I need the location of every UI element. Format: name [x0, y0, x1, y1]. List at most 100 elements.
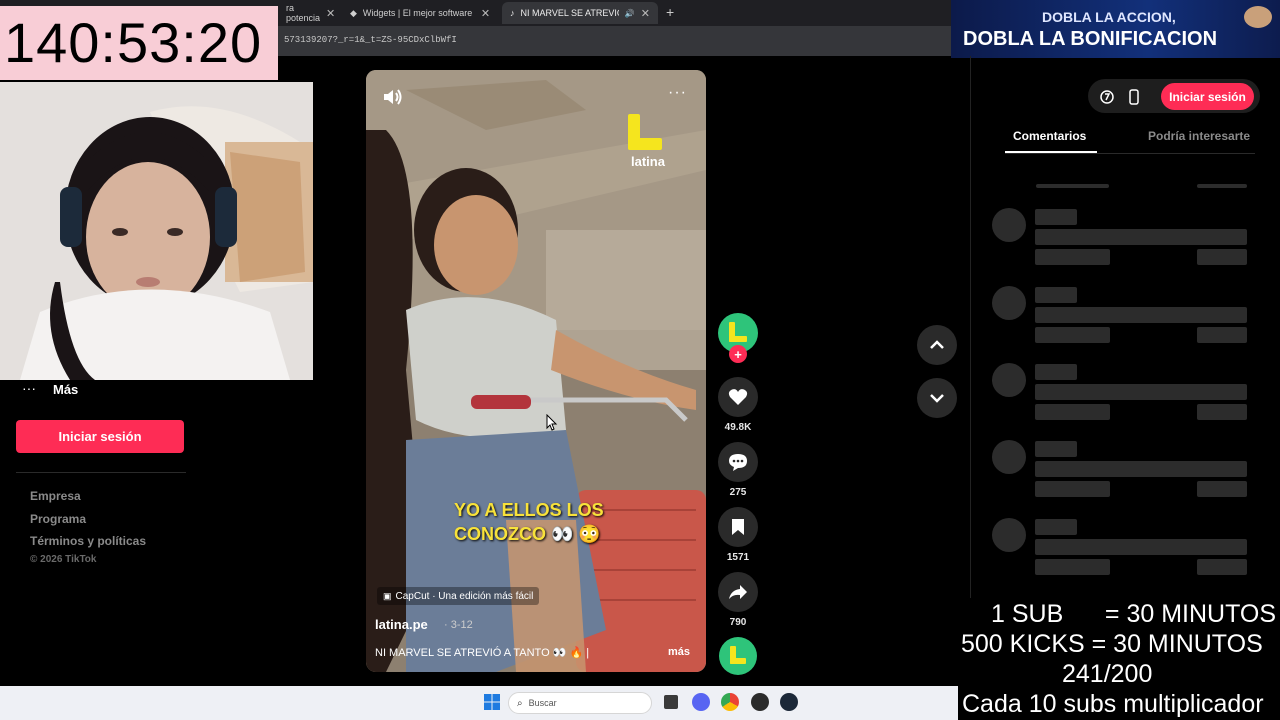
browser-tab[interactable]: ra potencia ✕: [278, 2, 340, 24]
skeleton-bar: [1197, 249, 1247, 265]
skeleton-bar: [1035, 461, 1247, 477]
like-button[interactable]: [718, 377, 758, 417]
skeleton-avatar: [992, 440, 1026, 474]
like-count: 49.8K: [724, 422, 752, 433]
tab-comments[interactable]: Comentarios: [1013, 129, 1086, 143]
more-icon[interactable]: ···: [22, 380, 36, 396]
skeleton-bar: [1035, 209, 1077, 225]
follow-plus-icon[interactable]: +: [729, 345, 747, 363]
webcam-feed: [0, 82, 313, 380]
capcut-label: CapCut · Una edición más fácil: [395, 590, 534, 602]
comment-count: 275: [729, 487, 747, 498]
chevron-up-icon: [930, 340, 944, 349]
active-tab-indicator: [1005, 151, 1097, 153]
divider: [16, 472, 186, 473]
capcut-badge[interactable]: ▣ CapCut · Una edición más fácil: [377, 587, 540, 605]
skeleton-avatar: [992, 286, 1026, 320]
close-icon[interactable]: ✕: [481, 7, 490, 20]
chrome-icon[interactable]: [721, 693, 739, 711]
tab-related[interactable]: Podría interesarte: [1148, 129, 1250, 143]
skeleton-bar: [1197, 404, 1247, 420]
webcam-image: [0, 82, 313, 380]
panel-divider: [970, 56, 971, 600]
skeleton-bar: [1035, 249, 1110, 265]
windows-start-icon[interactable]: [484, 694, 500, 710]
latina-logo: latina: [628, 114, 666, 169]
skeleton-bar: [1036, 184, 1109, 188]
save-count: 1571: [726, 552, 750, 563]
save-button[interactable]: [718, 507, 758, 547]
skeleton-avatar: [992, 518, 1026, 552]
skeleton-bar: [1035, 441, 1077, 457]
share-button[interactable]: [718, 572, 758, 612]
skeleton-bar: [1035, 384, 1247, 400]
skeleton-bar: [1197, 481, 1247, 497]
windows-taskbar: [0, 686, 958, 720]
share-icon: [729, 585, 747, 599]
new-tab-icon[interactable]: +: [666, 4, 674, 20]
video-description: NI MARVEL SE ATREVIÓ A TANTO 👀 🔥 |: [375, 647, 590, 659]
footer-link-terms[interactable]: Términos y políticas: [30, 534, 146, 548]
latina-disc-icon: [730, 646, 746, 664]
sub-goal-count: 241/200: [1062, 660, 1153, 688]
more-link[interactable]: más: [668, 646, 690, 658]
capcut-icon: ▣: [383, 590, 392, 601]
promo-line2: DOBLA LA BONIFICACION: [963, 28, 1218, 50]
tiktok-favicon-icon: ♪: [510, 8, 515, 18]
previous-video-button[interactable]: [917, 325, 957, 365]
skeleton-bar: [1035, 364, 1077, 380]
video-menu-icon[interactable]: ···: [668, 84, 687, 102]
task-view-icon[interactable]: [664, 695, 678, 709]
phone-icon[interactable]: [1128, 89, 1140, 105]
obs-icon[interactable]: [751, 693, 769, 711]
discord-icon[interactable]: [692, 693, 710, 711]
search-icon: ⌕: [517, 697, 523, 709]
heart-icon: [728, 389, 748, 405]
volume-icon[interactable]: [382, 87, 404, 107]
login-button-header[interactable]: Iniciar sesión: [1161, 83, 1254, 110]
music-avatar[interactable]: [719, 637, 757, 675]
sub-goal-line1: 1 SUB = 30 MINUTOS: [991, 600, 1277, 628]
skeleton-bar: [1197, 184, 1247, 188]
copyright: © 2026 TikTok: [30, 554, 97, 565]
skeleton-avatar: [992, 208, 1026, 242]
footer-link-company[interactable]: Empresa: [30, 489, 81, 503]
skeleton-bar: [1197, 559, 1247, 575]
video-caption-line2: CONOZCO 👀 😳: [454, 524, 601, 544]
close-icon[interactable]: ✕: [326, 7, 335, 20]
url-text[interactable]: 573139207?_r=1&_t=ZS-95CDxClbWfI: [284, 35, 457, 45]
login-button[interactable]: Iniciar sesión: [16, 420, 184, 453]
sidebar-item-more[interactable]: Más: [53, 382, 78, 397]
video-date: · 3-12: [444, 619, 473, 631]
browser-tab[interactable]: ◆ Widgets | El mejor software para ✕: [342, 2, 500, 24]
search-placeholder: Buscar: [528, 698, 557, 708]
close-icon[interactable]: ✕: [641, 7, 650, 20]
bookmark-icon: [732, 519, 744, 535]
taskbar-search[interactable]: ⌕ Buscar: [508, 692, 652, 714]
browser-tab-active[interactable]: ♪ NI MARVEL SE ATREVIÓ A T 🔊 ✕: [502, 2, 658, 24]
video-caption-line1: YO A ELLOS LOS: [454, 500, 604, 520]
sub-goal-line4: Cada 10 subs multiplicador: [962, 690, 1264, 718]
skeleton-avatar: [992, 363, 1026, 397]
tabs-divider: [1005, 153, 1255, 154]
skeleton-bar: [1035, 229, 1247, 245]
widget-favicon-icon: ◆: [350, 7, 357, 18]
share-count: 790: [729, 617, 747, 628]
tab-label: Widgets | El mejor software para: [362, 8, 475, 18]
footer-link-program[interactable]: Programa: [30, 512, 86, 526]
coin-icon[interactable]: [1099, 89, 1115, 105]
steam-icon[interactable]: [780, 693, 798, 711]
comment-icon: [729, 453, 747, 471]
chevron-down-icon: [930, 394, 944, 403]
tab-label: NI MARVEL SE ATREVIÓ A T: [520, 8, 619, 18]
skeleton-bar: [1035, 539, 1247, 555]
skeleton-bar: [1035, 287, 1077, 303]
skeleton-bar: [1035, 327, 1110, 343]
sub-goal-line2: 500 KICKS = 30 MINUTOS: [961, 630, 1263, 658]
cursor-icon: [546, 414, 558, 431]
comment-button[interactable]: [718, 442, 758, 482]
promo-line1: DOBLA LA ACCION,: [1042, 9, 1176, 25]
skeleton-bar: [1035, 307, 1247, 323]
next-video-button[interactable]: [917, 378, 957, 418]
video-author[interactable]: latina.pe: [375, 617, 428, 632]
